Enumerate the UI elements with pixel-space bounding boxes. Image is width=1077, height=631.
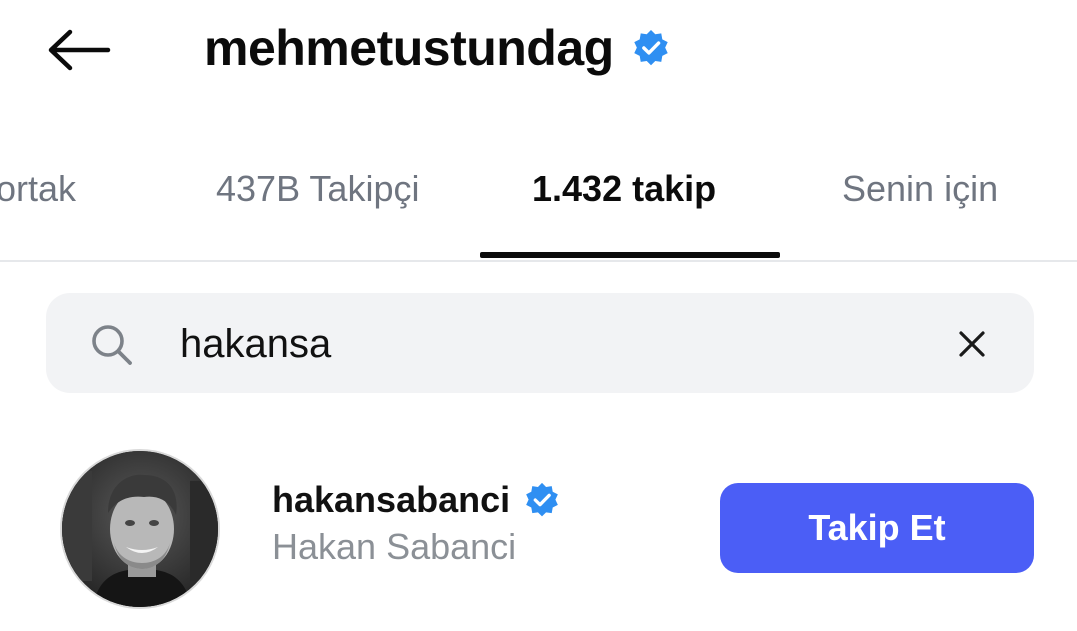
profile-title: mehmetustundag — [204, 16, 670, 80]
tab-for-you[interactable]: Senin için — [842, 168, 998, 210]
profile-username: mehmetustundag — [204, 20, 614, 76]
back-button[interactable] — [44, 22, 114, 78]
clear-search-button[interactable] — [950, 322, 994, 366]
top-bar: mehmetustundag — [0, 0, 1077, 100]
tab-mutual[interactable]: ortak — [0, 168, 76, 210]
follow-button[interactable]: Takip Et — [720, 483, 1034, 573]
verified-badge-icon — [524, 482, 560, 518]
arrow-left-icon — [48, 29, 111, 71]
follow-tabs: ortak 437B Takipçi 1.432 takip Senin içi… — [0, 150, 1077, 262]
tabs-divider — [0, 260, 1077, 262]
result-username-wrap: hakansabanci — [272, 476, 560, 524]
verified-badge-icon — [632, 29, 670, 67]
search-icon — [92, 325, 132, 365]
tab-followers[interactable]: 437B Takipçi — [216, 168, 419, 210]
close-icon — [959, 331, 985, 357]
tab-following[interactable]: 1.432 takip — [532, 168, 716, 210]
avatar[interactable] — [60, 449, 220, 609]
result-username[interactable]: hakansabanci — [272, 479, 510, 521]
search-input[interactable] — [180, 316, 880, 372]
active-tab-indicator — [480, 252, 780, 258]
following-screen: mehmetustundag ortak 437B Takipçi 1.432 … — [0, 0, 1077, 631]
result-full-name: Hakan Sabanci — [272, 526, 517, 567]
